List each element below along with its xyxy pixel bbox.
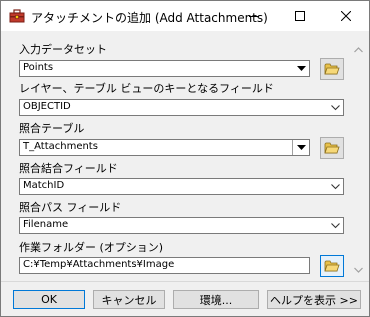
show-help-button[interactable]: ヘルプを表示 >> (267, 290, 361, 309)
open-folder-icon (324, 260, 340, 272)
close-button[interactable] (323, 1, 369, 31)
match-join-field-label: 照合結合フィールド (19, 162, 118, 175)
match-table-combo[interactable]: T_Attachments (19, 139, 310, 156)
scroll-up-icon[interactable] (350, 41, 367, 58)
open-folder-icon (324, 142, 340, 154)
minimize-icon (249, 16, 259, 17)
working-folder-browse-button[interactable] (320, 255, 344, 277)
scroll-down-icon[interactable] (350, 261, 367, 278)
match-table-label: 照合テーブル (19, 122, 85, 135)
chevron-down-icon[interactable] (327, 179, 343, 194)
match-join-field-combo[interactable]: MatchID (19, 178, 344, 195)
maximize-icon (295, 11, 305, 21)
input-dataset-browse-button[interactable] (320, 58, 344, 80)
parameters-form: 入力データセット Points レイヤー、テーブル ビューのキーとなるフィールド… (2, 32, 350, 282)
working-folder-input[interactable]: C:¥Temp¥Attachments¥Image (19, 257, 310, 274)
ok-button[interactable]: OK (13, 290, 85, 309)
chevron-down-icon[interactable] (327, 218, 343, 233)
working-folder-label: 作業フォルダー (オプション) (19, 241, 164, 254)
input-dataset-value: Points (23, 62, 54, 73)
key-field-value: OBJECTID (23, 101, 71, 112)
match-join-field-value: MatchID (23, 180, 65, 191)
vertical-scrollbar[interactable] (350, 31, 367, 281)
add-attachments-dialog: アタッチメントの追加 (Add Attachments) 入力データセット Po… (0, 0, 370, 317)
chevron-down-icon[interactable] (293, 61, 309, 76)
open-folder-icon (324, 63, 340, 75)
key-field-label: レイヤー、テーブル ビューのキーとなるフィールド (19, 82, 274, 95)
match-path-field-combo[interactable]: Filename (19, 217, 344, 234)
maximize-button[interactable] (277, 1, 323, 31)
environments-button[interactable]: 環境... (173, 290, 259, 309)
minimize-button[interactable] (231, 1, 277, 31)
match-table-value: T_Attachments (23, 141, 98, 152)
match-table-browse-button[interactable] (320, 137, 344, 159)
toolbox-icon (9, 8, 25, 24)
input-dataset-label: 入力データセット (19, 43, 107, 56)
dialog-footer: OK キャンセル 環境... ヘルプを表示 >> (1, 281, 369, 316)
key-field-combo[interactable]: OBJECTID (19, 99, 344, 116)
chevron-down-icon[interactable] (292, 140, 309, 155)
working-folder-value: C:¥Temp¥Attachments¥Image (23, 259, 175, 270)
chevron-down-icon[interactable] (327, 100, 343, 115)
input-dataset-combo[interactable]: Points (19, 60, 310, 77)
match-path-field-value: Filename (23, 219, 69, 230)
title-bar: アタッチメントの追加 (Add Attachments) (1, 1, 369, 31)
cancel-button[interactable]: キャンセル (93, 290, 165, 309)
parameters-panel: 入力データセット Points レイヤー、テーブル ビューのキーとなるフィールド… (1, 31, 369, 282)
close-icon (341, 11, 351, 21)
match-path-field-label: 照合パス フィールド (19, 201, 122, 214)
